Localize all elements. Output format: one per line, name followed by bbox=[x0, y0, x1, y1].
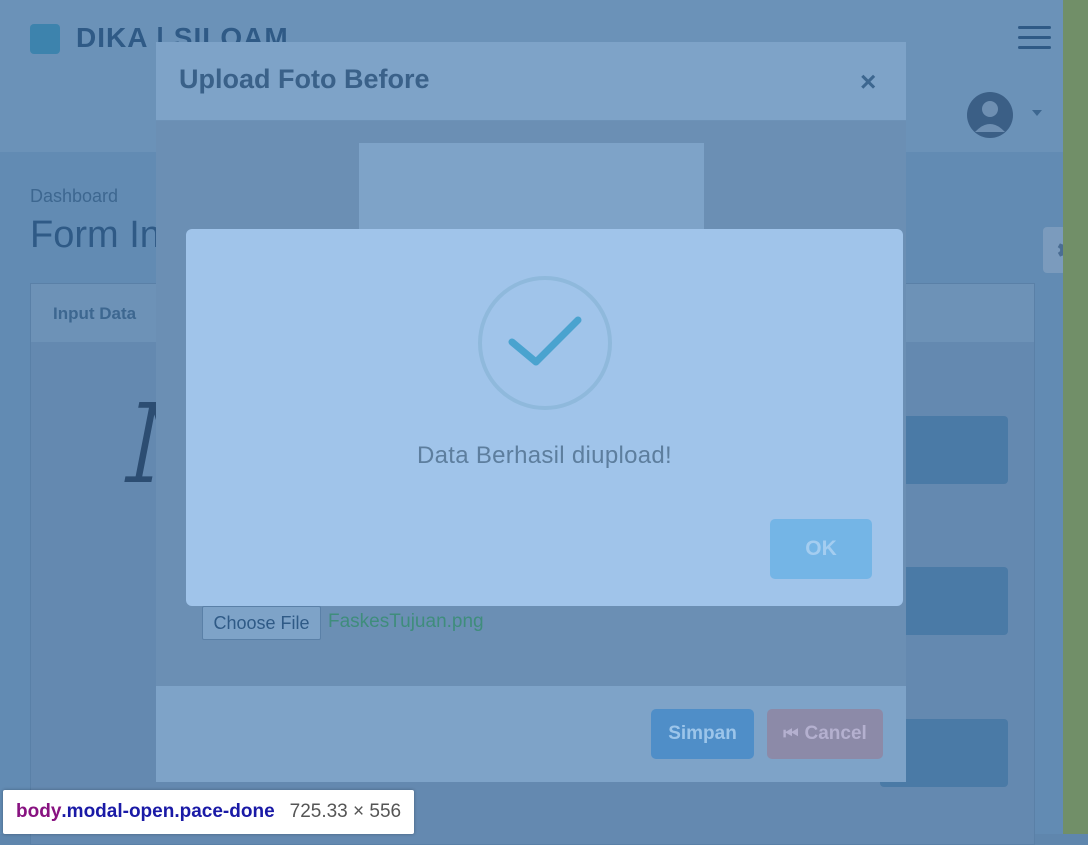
cancel-button[interactable]: ⏮ Cancel bbox=[767, 709, 883, 759]
close-icon[interactable]: × bbox=[860, 66, 876, 98]
tab-input-data[interactable]: Input Data bbox=[53, 304, 136, 324]
logo-icon bbox=[30, 24, 60, 54]
save-button[interactable]: Simpan bbox=[651, 709, 754, 759]
modal-title: Upload Foto Before bbox=[179, 64, 430, 94]
right-edge-strip bbox=[1063, 0, 1088, 834]
page-title: Form In bbox=[30, 214, 161, 256]
modal-footer: Simpan ⏮ Cancel bbox=[156, 686, 906, 782]
ok-button[interactable]: OK bbox=[770, 519, 872, 579]
avatar[interactable] bbox=[967, 92, 1013, 138]
hamburger-icon[interactable] bbox=[1018, 26, 1051, 50]
breadcrumb[interactable]: Dashboard bbox=[30, 186, 118, 207]
caret-down-icon[interactable] bbox=[1032, 110, 1042, 116]
tooltip-classes: .modal-open.pace-done bbox=[61, 801, 275, 822]
selected-file-name: FaskesTujuan.png bbox=[328, 611, 484, 632]
modal-header: Upload Foto Before × bbox=[156, 42, 906, 121]
devtools-element-tooltip: body .modal-open.pace-done 725.33 × 556 bbox=[3, 790, 415, 834]
cancel-icon: ⏮ bbox=[783, 724, 799, 743]
checkmark-icon bbox=[508, 316, 582, 366]
success-alert: Data Berhasil diupload! OK bbox=[186, 229, 903, 606]
success-icon-ring bbox=[478, 276, 612, 410]
choose-file-button[interactable]: Choose File bbox=[202, 606, 321, 640]
tooltip-tag: body bbox=[16, 801, 62, 822]
image-preview bbox=[359, 143, 704, 243]
cancel-button-label: Cancel bbox=[804, 723, 867, 744]
alert-message: Data Berhasil diupload! bbox=[416, 442, 673, 469]
tooltip-dimensions: 725.33 × 556 bbox=[289, 801, 402, 822]
